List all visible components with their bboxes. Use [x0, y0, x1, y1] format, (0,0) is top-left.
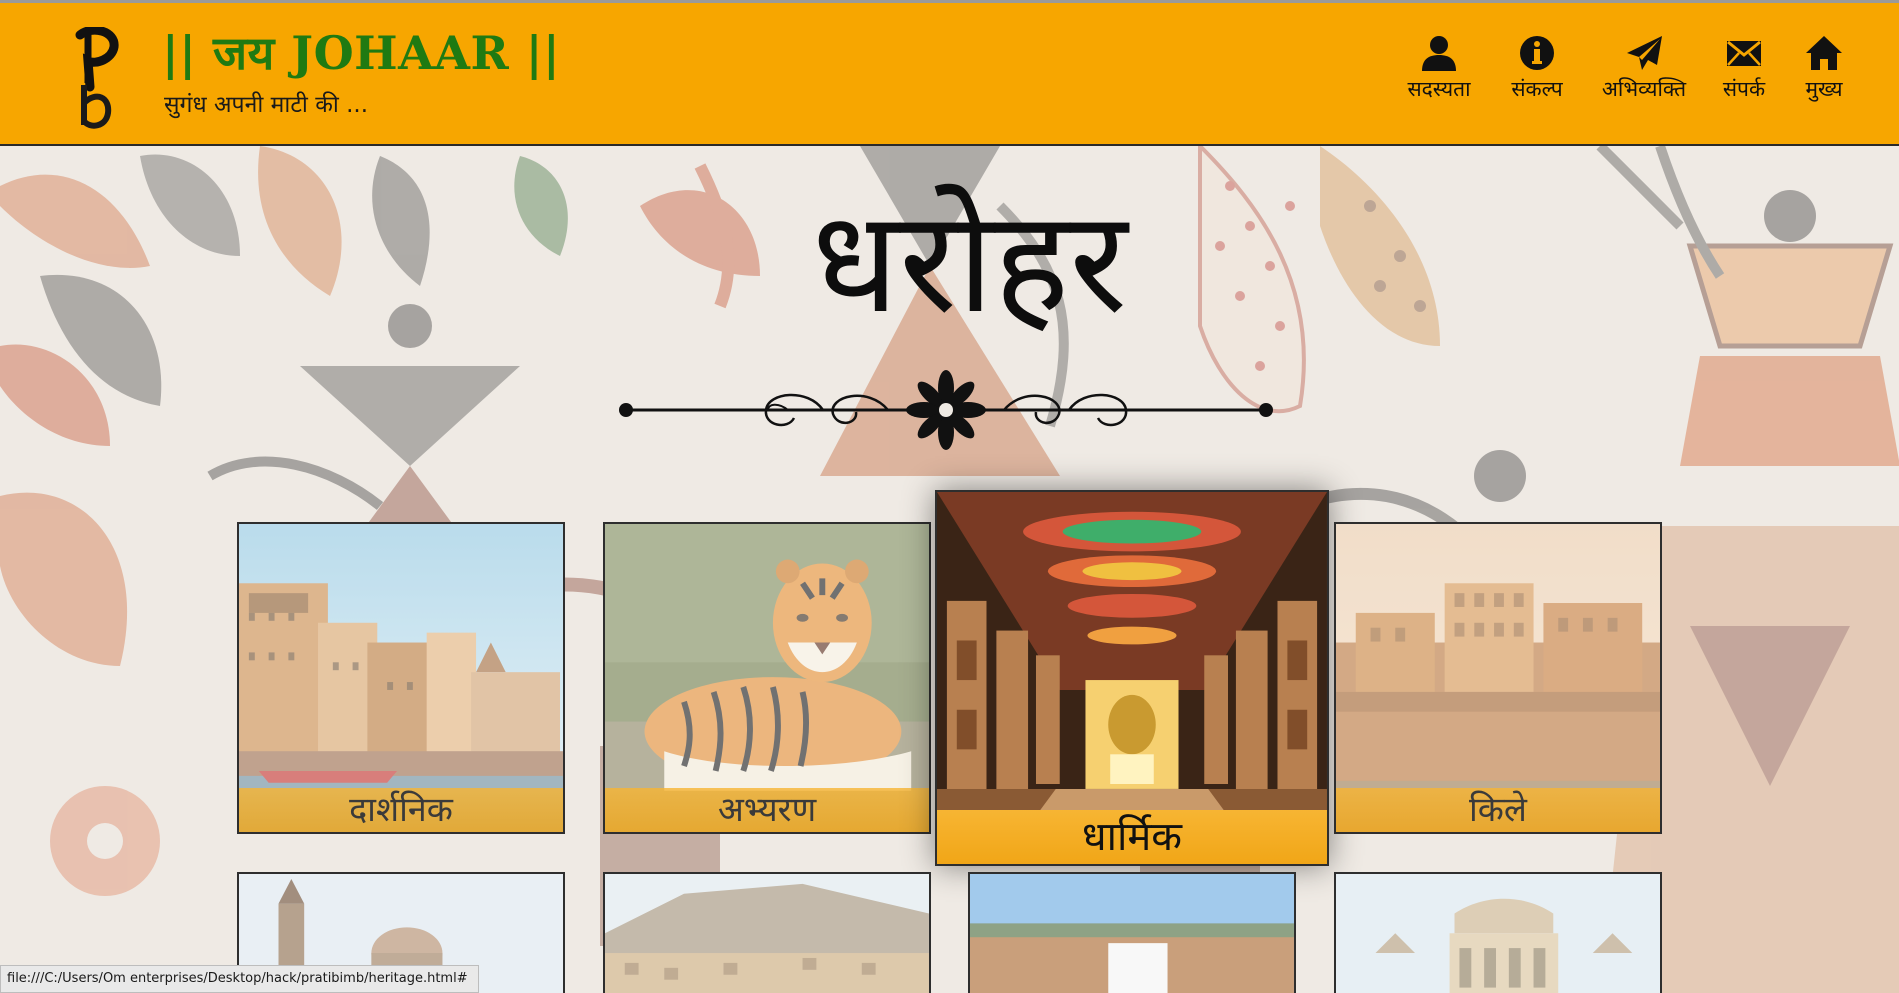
card-overlay — [937, 492, 1327, 864]
card-forts[interactable]: किले — [1334, 522, 1662, 834]
user-icon — [1422, 36, 1456, 71]
card-label: अभ्यरण — [717, 790, 817, 830]
card-label: धार्मिक — [1082, 814, 1182, 860]
envelope-icon — [1727, 40, 1761, 66]
browser-status-url: file:///C:/Users/Om enterprises/Desktop/… — [0, 965, 479, 993]
nav-item-contact[interactable]: संपर्क — [1703, 33, 1785, 103]
nav-label-home: मुख्य — [1805, 77, 1843, 101]
nav-label-expression: अभिव्यक्ति — [1601, 77, 1687, 101]
card-monuments[interactable] — [1334, 872, 1662, 993]
card-label: किले — [1469, 790, 1527, 830]
brand-tagline: सुगंध अपनी माटी की ... — [164, 92, 369, 118]
card-overlay — [970, 874, 1294, 993]
card-religious[interactable]: धार्मिक — [935, 490, 1329, 866]
card-overlay — [239, 524, 563, 832]
card-label: दार्शनिक — [349, 790, 453, 830]
card-philosophical[interactable]: दार्शनिक — [237, 522, 565, 834]
card-overlay — [605, 874, 929, 993]
nav-item-home[interactable]: मुख्य — [1789, 33, 1859, 103]
nav-item-resolve[interactable]: संकल्प — [1489, 33, 1585, 103]
nav-label-contact: संपर्क — [1722, 77, 1766, 101]
nav-label-resolve: संकल्प — [1511, 77, 1563, 101]
card-overlay — [1336, 524, 1660, 832]
nav-item-expression[interactable]: अभिव्यक्ति — [1589, 33, 1699, 103]
nav-label-membership: सदस्यता — [1407, 77, 1471, 101]
nav-item-membership[interactable]: सदस्यता — [1389, 33, 1489, 103]
top-header: || जय JOHAAR || सुगंध अपनी माटी की ... स… — [0, 0, 1899, 146]
card-waterfalls[interactable] — [968, 872, 1296, 993]
card-hill-town[interactable] — [603, 872, 931, 993]
card-sanctuary[interactable]: अभ्यरण — [603, 522, 931, 834]
pb-logo-icon[interactable] — [66, 27, 122, 131]
home-icon — [1806, 36, 1842, 70]
paper-plane-icon — [1627, 36, 1662, 70]
main-nav: सदस्यता संकल्प अभिव्यक्ति संपर्क मुख्य — [1389, 33, 1859, 103]
category-grid: दार्शनिक अभ्यरण धार्मिक किले — [0, 0, 1899, 993]
brand-title[interactable]: || जय JOHAAR || — [162, 21, 560, 83]
card-overlay — [605, 524, 929, 832]
card-overlay — [1336, 874, 1660, 993]
info-icon — [1520, 36, 1554, 70]
